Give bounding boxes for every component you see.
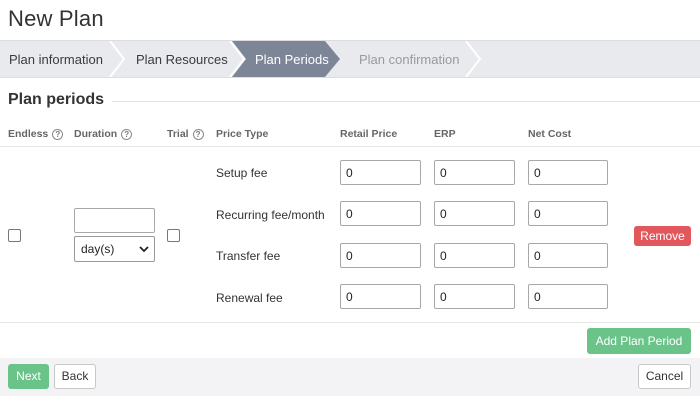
renewal-fee-erp-input[interactable] bbox=[434, 284, 515, 309]
column-header-duration-label: Duration bbox=[74, 128, 118, 140]
recurring-fee-erp-input[interactable] bbox=[434, 201, 515, 226]
wizard-chevrons bbox=[109, 41, 482, 77]
column-header-endless: Endless ? bbox=[8, 128, 64, 140]
recurring-fee-net-cost-input[interactable] bbox=[528, 201, 608, 226]
setup-fee-retail-input[interactable] bbox=[340, 160, 421, 185]
wizard-step-plan-periods[interactable]: Plan Periods bbox=[255, 41, 329, 77]
renewal-fee-net-cost-input[interactable] bbox=[528, 284, 608, 309]
back-button[interactable]: Back bbox=[54, 364, 96, 389]
wizard-step-plan-information[interactable]: Plan information bbox=[9, 41, 103, 77]
setup-fee-net-cost-input[interactable] bbox=[528, 160, 608, 185]
transfer-fee-erp-input[interactable] bbox=[434, 243, 515, 268]
renewal-fee-retail-input[interactable] bbox=[340, 284, 421, 309]
trial-checkbox[interactable] bbox=[167, 229, 180, 242]
column-header-trial-label: Trial bbox=[167, 128, 189, 140]
page-title: New Plan bbox=[8, 6, 104, 31]
section-divider bbox=[112, 101, 700, 102]
wizard-separator bbox=[465, 41, 482, 77]
wizard-steps-bar: Plan information Plan Resources Plan Per… bbox=[0, 40, 700, 78]
help-icon[interactable]: ? bbox=[52, 128, 64, 140]
wizard-step-plan-confirmation: Plan confirmation bbox=[359, 52, 460, 67]
wizard-separator bbox=[109, 41, 126, 77]
cancel-button[interactable]: Cancel bbox=[638, 364, 691, 389]
price-type-setup-fee: Setup fee bbox=[216, 166, 268, 180]
column-header-duration: Duration ? bbox=[74, 128, 133, 140]
column-header-retail-price: Retail Price bbox=[340, 128, 398, 140]
table-header-divider bbox=[0, 146, 700, 147]
add-plan-period-button[interactable]: Add Plan Period bbox=[587, 328, 691, 354]
chevron-down-icon bbox=[139, 246, 149, 253]
table-bottom-divider bbox=[0, 322, 700, 323]
price-type-recurring-fee: Recurring fee/month bbox=[216, 208, 325, 222]
section-title: Plan periods bbox=[8, 91, 113, 109]
help-icon[interactable]: ? bbox=[192, 128, 204, 140]
help-icon[interactable]: ? bbox=[121, 128, 133, 140]
duration-input[interactable] bbox=[74, 208, 155, 233]
column-header-endless-label: Endless bbox=[8, 128, 49, 140]
price-type-renewal-fee: Renewal fee bbox=[216, 291, 283, 305]
duration-unit-select[interactable]: day(s) bbox=[74, 236, 155, 262]
duration-unit-selected: day(s) bbox=[81, 242, 115, 256]
wizard-step-plan-resources[interactable]: Plan Resources bbox=[136, 41, 228, 77]
column-header-price-type: Price Type bbox=[216, 128, 269, 140]
transfer-fee-retail-input[interactable] bbox=[340, 243, 421, 268]
footer-bar bbox=[0, 358, 700, 396]
setup-fee-erp-input[interactable] bbox=[434, 160, 515, 185]
column-header-trial: Trial ? bbox=[167, 128, 204, 140]
next-button[interactable]: Next bbox=[8, 364, 49, 389]
endless-checkbox[interactable] bbox=[8, 229, 21, 242]
recurring-fee-retail-input[interactable] bbox=[340, 201, 421, 226]
remove-period-button[interactable]: Remove bbox=[634, 226, 691, 246]
price-type-transfer-fee: Transfer fee bbox=[216, 249, 281, 263]
column-header-erp: ERP bbox=[434, 128, 456, 140]
column-header-net-cost: Net Cost bbox=[528, 128, 572, 140]
transfer-fee-net-cost-input[interactable] bbox=[528, 243, 608, 268]
